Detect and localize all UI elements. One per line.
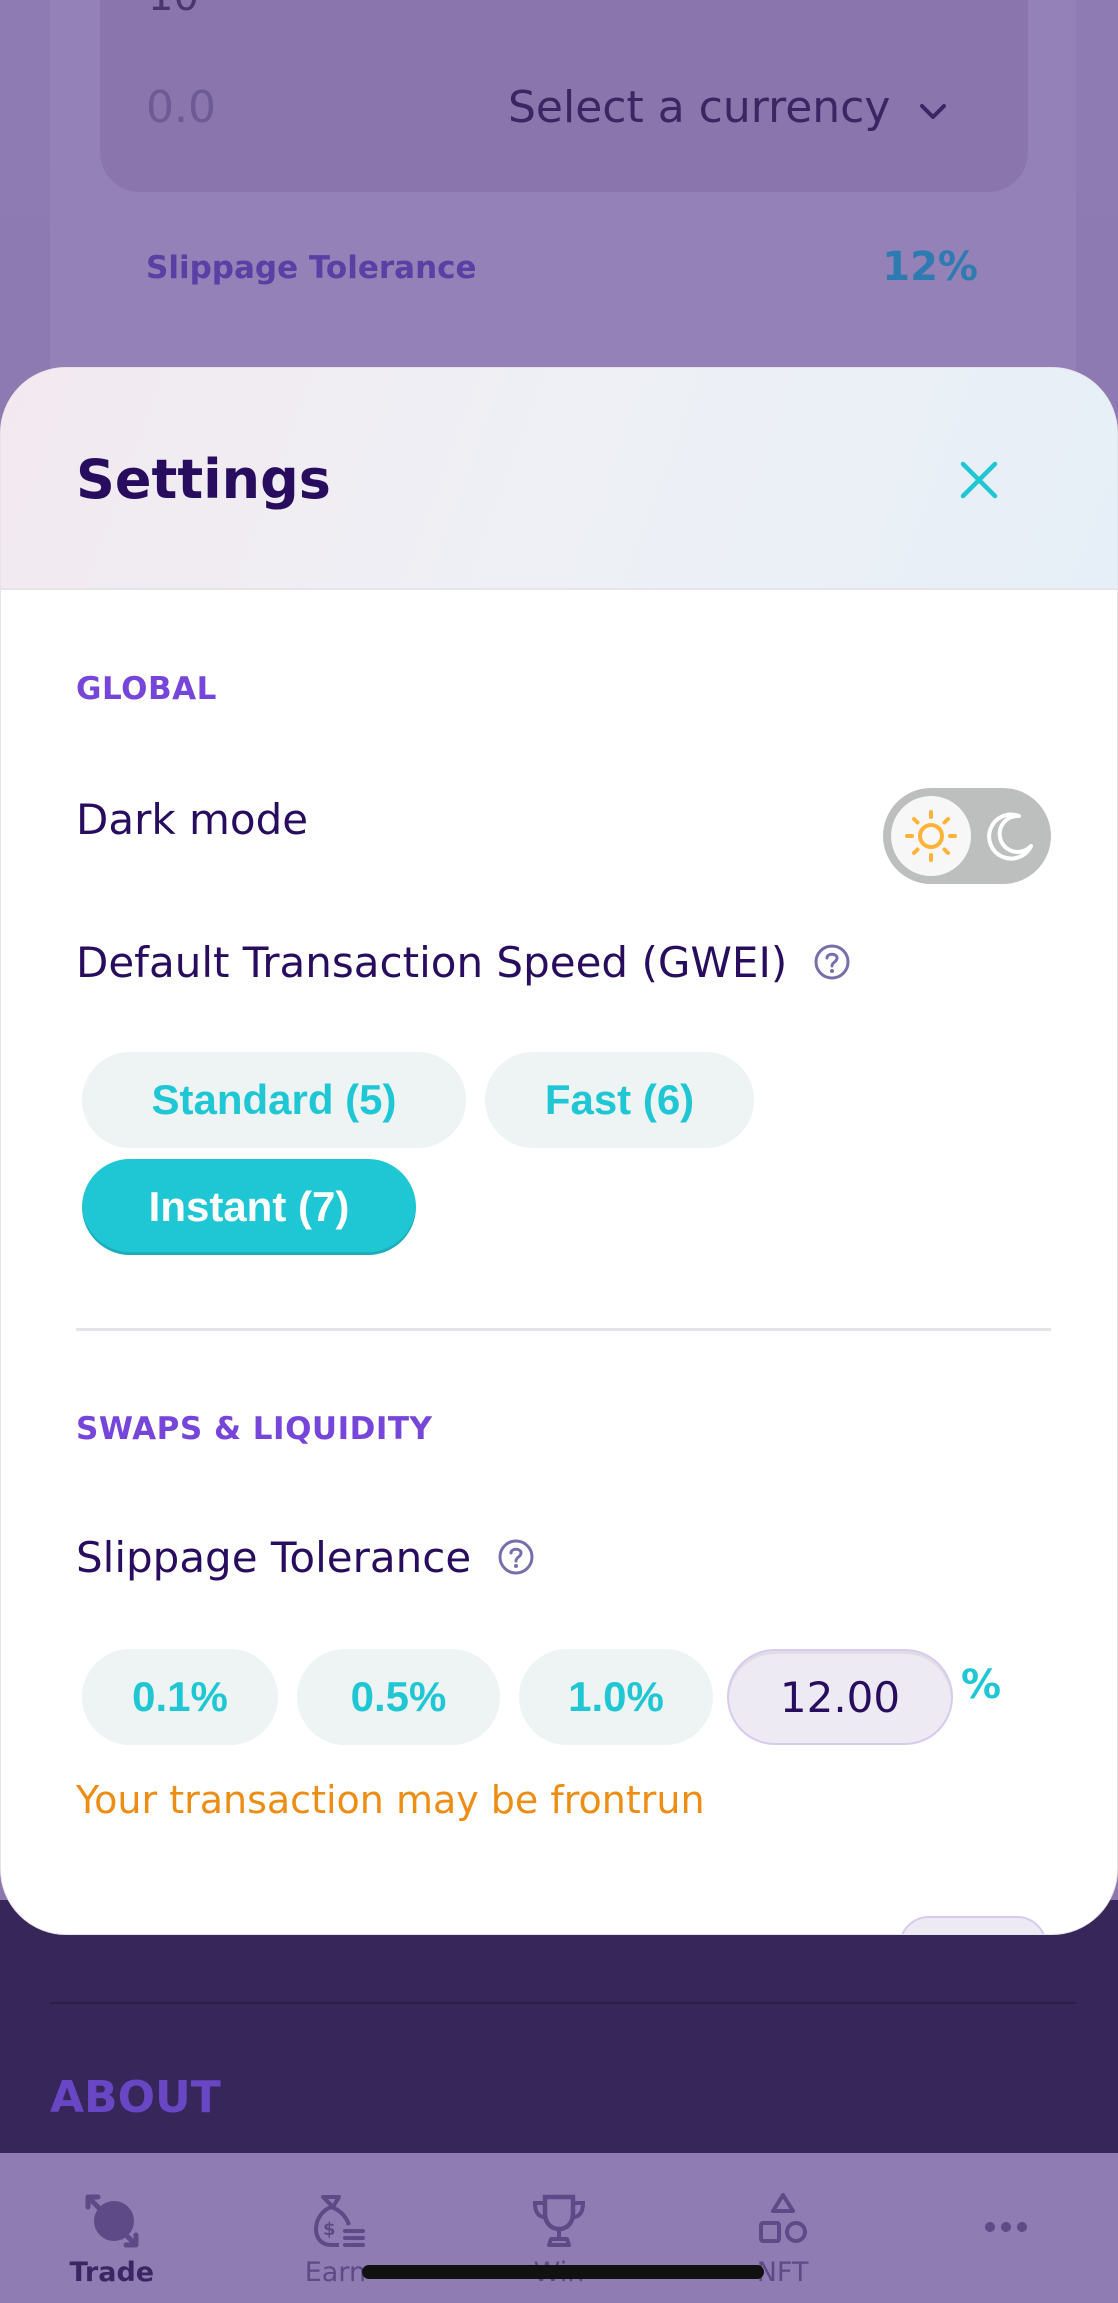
nav-item-trade[interactable]: Trade (0, 2153, 224, 2303)
nav-item-more[interactable] (894, 2153, 1118, 2303)
svg-text:$: $ (323, 2219, 336, 2240)
home-indicator (362, 2265, 764, 2279)
divider (50, 2002, 1076, 2004)
help-icon[interactable] (497, 1538, 535, 1576)
tx-speed-text: Default Transaction Speed (GWEI) (76, 938, 788, 987)
section-divider (76, 1328, 1051, 1331)
slippage-tolerance-label: Slippage Tolerance (76, 1533, 535, 1582)
slippage-option-0-5[interactable]: 0.5% (297, 1649, 500, 1745)
dark-mode-toggle[interactable] (883, 788, 1051, 884)
close-button[interactable] (951, 452, 1007, 508)
nav-label-nft: NFT (756, 2257, 809, 2288)
partial-value: 10 (148, 0, 199, 20)
slippage-input[interactable] (727, 1649, 953, 1745)
swaps-section-label: SWAPS & LIQUIDITY (76, 1411, 433, 1447)
currency-select-button[interactable]: Select a currency (508, 82, 948, 133)
moon-icon (987, 812, 1033, 861)
sun-icon (905, 810, 957, 862)
help-icon[interactable] (813, 943, 851, 981)
toggle-knob (891, 796, 971, 876)
modal-title: Settings (76, 448, 331, 511)
shapes-icon (751, 2191, 815, 2251)
slippage-label: Slippage Tolerance (146, 250, 477, 286)
speed-option-instant[interactable]: Instant (7) (82, 1159, 416, 1255)
tx-speed-label: Default Transaction Speed (GWEI) (76, 938, 851, 987)
speed-option-fast[interactable]: Fast (6) (485, 1052, 754, 1148)
close-icon (960, 461, 998, 499)
slippage-text: Slippage Tolerance (76, 1533, 472, 1582)
nav-item-nft[interactable]: NFT (671, 2153, 895, 2303)
next-setting-input[interactable] (899, 1916, 1047, 1934)
bottom-nav: Trade $ Earn Win (0, 2153, 1118, 2303)
about-heading: ABOUT (50, 2072, 221, 2123)
slippage-value: 12% (882, 244, 978, 290)
slippage-option-0-1[interactable]: 0.1% (82, 1649, 278, 1745)
speed-option-standard[interactable]: Standard (5) (82, 1052, 466, 1148)
amount-input[interactable]: 0.0 (146, 82, 216, 133)
nav-item-win[interactable]: Win (447, 2153, 671, 2303)
global-section-label: GLOBAL (76, 671, 217, 707)
percent-sign: % (961, 1662, 1002, 1708)
nav-item-earn[interactable]: $ Earn (224, 2153, 448, 2303)
nav-label-earn: Earn (304, 2257, 367, 2288)
frontrun-warning: Your transaction may be frontrun (76, 1778, 705, 1822)
dark-mode-label: Dark mode (76, 795, 309, 844)
nav-label-trade: Trade (69, 2257, 155, 2288)
settings-modal: Settings GLOBAL Dark mode Default Transa… (0, 367, 1118, 1935)
modal-header: Settings (1, 368, 1117, 590)
currency-select-label: Select a currency (508, 82, 891, 133)
trophy-icon (527, 2191, 591, 2251)
more-icon (974, 2191, 1038, 2251)
chevron-down-icon (918, 92, 948, 130)
slippage-option-1-0[interactable]: 1.0% (519, 1649, 713, 1745)
money-bag-icon: $ (303, 2191, 367, 2251)
trade-icon (80, 2191, 144, 2251)
